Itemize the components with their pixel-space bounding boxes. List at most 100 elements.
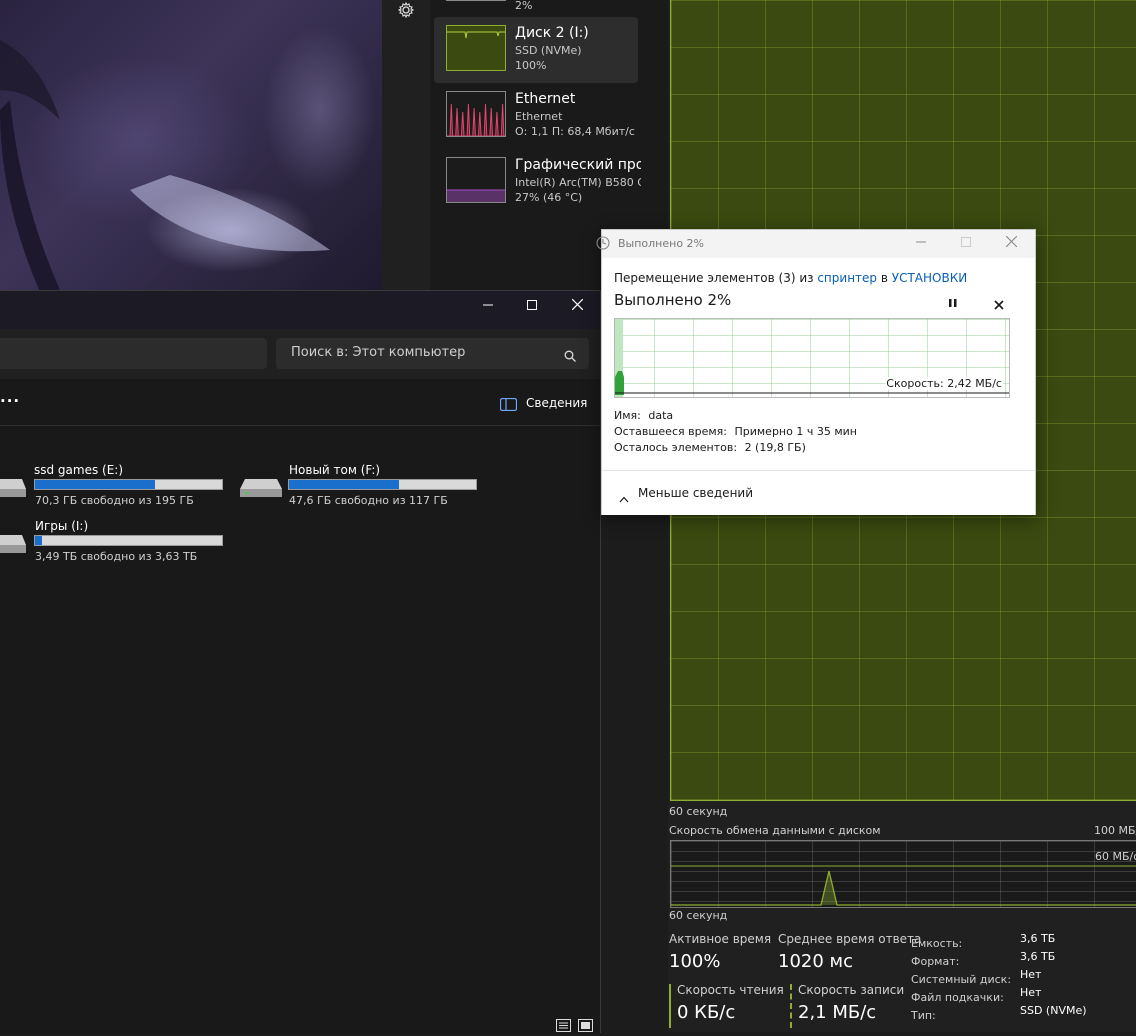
device-type: SSD (NVMe) [515,44,582,57]
drive-name[interactable]: Новый том (F:) [289,463,380,477]
property-value: Нет [1020,986,1042,999]
close-button[interactable] [554,291,600,321]
progress-title: Выполнено 2% [614,291,732,309]
property-row: Системный диск: Нет [911,968,1136,986]
device-item-disk2[interactable]: Диск 2 (I:) SSD (NVMe) 100% [434,17,638,83]
info-remaining-time-row: Оставшееся время: Примерно 1 ч 35 мин [614,425,857,438]
details-view-icon[interactable] [556,1017,571,1036]
drive-name[interactable]: Игры (I:) [35,519,88,533]
dialog-maximize-button [943,230,989,258]
property-key: Системный диск: [911,973,1012,986]
device-title: Графический про [515,157,641,173]
read-speed-value: 0 КБ/с [677,1002,736,1023]
drive-icon [0,533,26,553]
property-key: Формат: [911,955,960,968]
cancel-button[interactable] [994,295,1004,314]
gpu-thumbnail [446,157,506,203]
dialog-titlebar: Выполнено 2% [596,230,1035,258]
drive-usage-bar [34,479,223,490]
minimize-button[interactable] [465,291,511,321]
wallpaper-art [0,40,330,292]
dialog-close-button[interactable] [988,230,1034,258]
file-operation-dialog: Выполнено 2% Перемещение элементов (3) и… [596,229,1036,515]
remaining-items-label: Осталось элементов: [614,441,738,454]
drive-free-space: 70,3 ГБ свободно из 195 ГБ [35,494,194,507]
write-speed-label: Скорость записи [798,983,905,997]
property-value: 3,6 ТБ [1020,932,1056,945]
maximize-icon [527,300,537,310]
property-key: Емкость: [911,937,963,950]
property-value: SSD (NVMe) [1020,1004,1087,1017]
active-time-label: Активное время [669,932,772,946]
drive-free-space: 3,49 ТБ свободно из 3,63 ТБ [35,550,198,563]
cancel-icon [994,300,1004,310]
write-speed-value: 2,1 МБ/с [798,1002,877,1023]
transfer-max-label: 100 МБ/ [1094,824,1136,837]
less-details-button[interactable]: Меньше сведений [638,486,753,500]
source-folder-link[interactable]: спринтер [817,271,877,285]
device-type: Ethernet [515,110,563,123]
settings-gear-icon[interactable] [397,1,415,22]
disk-thumbnail [446,25,506,71]
property-key: Файл подкачки: [911,991,1004,1004]
dialog-title: Выполнено 2% [618,237,705,250]
device-item-gpu[interactable]: Графический про Intel(R) Arc(TM) B580 Gr… [434,149,641,215]
remaining-time-label: Оставшееся время: [614,425,727,438]
transfer-speed: Скорость: 2,42 МБ/с [885,377,1003,390]
search-box[interactable]: Поиск в: Этот компьютер [276,338,589,369]
maximize-button[interactable] [509,291,555,321]
more-options-button[interactable]: ... [0,388,20,406]
tiles-view-icon[interactable] [578,1017,593,1036]
device-item-ethernet[interactable]: Ethernet Ethernet О: 1,1 П: 68,4 Мбит/с [434,83,638,149]
drive-usage-fill [35,536,43,545]
task-manager-toolbar [382,0,430,292]
device-thumbnail [446,0,506,1]
minimize-icon [483,304,493,306]
move-prefix: Перемещение элементов (3) из [614,271,814,285]
device-usage: 100% [515,59,547,72]
property-value: Нет [1020,968,1042,981]
device-title: Ethernet [515,91,576,107]
property-value: 3,6 ТБ [1020,950,1056,963]
info-name-row: Имя: data [614,409,673,422]
drive-icon [0,477,26,497]
move-description: Перемещение элементов (3) из спринтер в … [614,271,967,285]
minimize-icon [916,241,926,243]
details-button[interactable]: Сведения [526,396,587,410]
pause-icon [949,299,957,307]
chevron-up-icon [619,488,629,507]
drive-name[interactable]: ssd games (E:) [34,463,123,477]
file-explorer-window: Поиск в: Этот компьютер ... Сведения ssd… [0,290,601,1033]
response-time-label: Среднее время ответа [778,932,922,946]
device-usage: О: 1,1 П: 68,4 Мбит/с [515,125,635,138]
device-item-prev[interactable]: 2% [434,0,638,13]
transfer-rate-label: Скорость обмена данными с диском [669,824,881,837]
disk-properties: Емкость: 3,6 ТБ Формат: 3,6 ТБ Системный… [911,932,1136,1022]
response-time-value: 1020 мс [778,951,854,972]
active-time-value: 100% [669,951,721,972]
transfer-speed-graph: Скорость: 2,42 МБ/с [614,318,1010,398]
drive-icon [240,477,282,497]
address-path-box[interactable] [0,338,267,369]
transfer-mid-label: 60 МБ/с [1095,850,1136,863]
dialog-minimize-button[interactable] [898,230,944,258]
ethernet-thumbnail [446,91,506,137]
read-speed-divider [669,984,671,1028]
property-row: Файл подкачки: Нет [911,986,1136,1004]
property-row: Тип: SSD (NVMe) [911,1004,1136,1022]
destination-folder-link[interactable]: УСТАНОВКИ [892,271,967,285]
explorer-titlebar [0,291,600,329]
device-type: Intel(R) Arc(TM) B580 Gr [515,176,641,189]
device-usage: 2% [515,0,533,12]
maximize-icon [961,237,971,247]
graph-time-label: 60 секунд [669,805,728,818]
drive-usage-bar [34,535,223,546]
close-icon [571,298,583,311]
drive-usage-bar [288,479,477,490]
transfer-rate-graph: 60 МБ/с [670,840,1136,908]
device-usage: 27% (46 °C) [515,191,583,204]
dialog-footer: Меньше сведений [602,470,1035,515]
pause-button[interactable] [948,294,958,313]
explorer-command-bar: ... Сведения [0,379,600,426]
details-pane-icon [499,396,518,415]
